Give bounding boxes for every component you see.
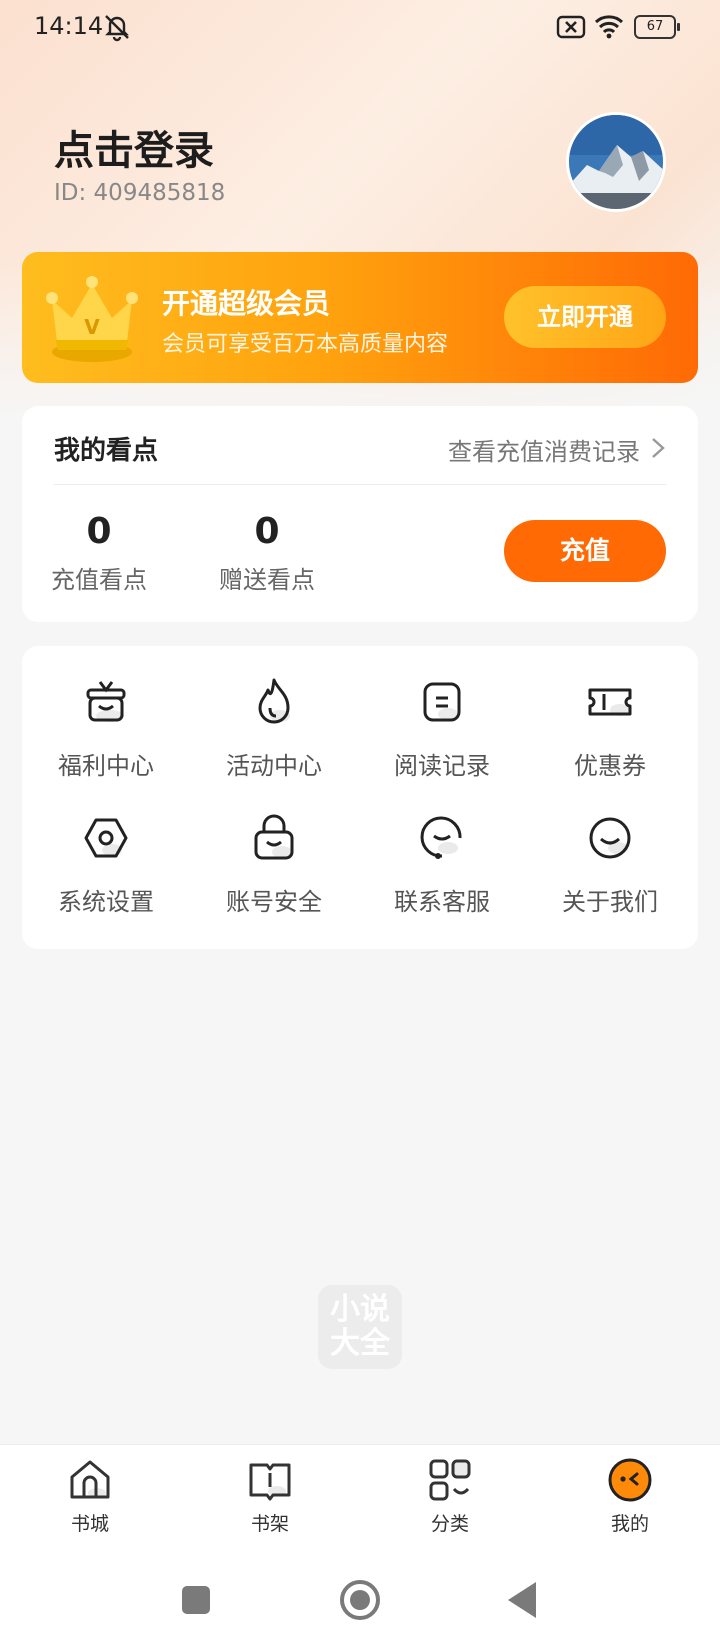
recharge-points-value: 0 (86, 511, 112, 552)
nav-label: 分类 (430, 1513, 469, 1535)
nav-item-category[interactable]: 分类 (390, 1457, 510, 1536)
login-link[interactable]: 点击登录 (54, 118, 214, 176)
flame-icon (258, 678, 290, 724)
menu-item-about-us[interactable]: 关于我们 (526, 812, 694, 932)
menu-label: 联系客服 (394, 888, 490, 916)
recharge-points-stat: 0 充值看点 (44, 512, 154, 595)
nav-label: 我的 (610, 1513, 649, 1535)
bonus-points-label: 赠送看点 (219, 566, 315, 594)
menu-label: 福利中心 (58, 752, 154, 780)
recharge-button[interactable]: 充值 (504, 520, 666, 582)
sim-off-icon (556, 15, 586, 39)
system-navigation-bar (0, 1544, 720, 1650)
menu-item-welfare[interactable]: 福利中心 (22, 676, 190, 796)
ticket-icon (588, 688, 632, 716)
nav-item-mine[interactable]: 我的 (570, 1457, 690, 1536)
status-time: 14:14 (34, 12, 104, 40)
bookshelf-icon (249, 1463, 291, 1501)
menu-item-events[interactable]: 活动中心 (190, 676, 358, 796)
avatar[interactable] (566, 112, 666, 212)
nav-item-bookstore[interactable]: 书城 (30, 1457, 150, 1536)
watermark-line: 小说 (330, 1292, 390, 1327)
back-button[interactable] (508, 1582, 536, 1618)
menu-label: 账号安全 (226, 888, 322, 916)
divider (54, 484, 666, 485)
recharge-history-link[interactable]: 查看充值消费记录 (448, 432, 640, 467)
home-button[interactable] (340, 1580, 380, 1620)
bonus-points-value: 0 (254, 511, 280, 552)
battery-level: 67 (634, 15, 676, 39)
vip-title: 开通超级会员 (162, 287, 331, 320)
menu-label: 优惠券 (574, 752, 646, 780)
points-title: 我的看点 (54, 436, 159, 466)
svg-text:V: V (84, 315, 100, 339)
watermark-line: 大全 (330, 1326, 390, 1361)
bottom-navigation: 书城 书架 分类 我的 (0, 1444, 720, 1544)
bonus-points-stat: 0 赠送看点 (212, 512, 322, 595)
battery-indicator: 67 (634, 15, 680, 39)
menu-item-customer-service[interactable]: 联系客服 (358, 812, 526, 932)
vip-activate-button[interactable]: 立即开通 (504, 286, 666, 348)
profile-face-icon (608, 1458, 652, 1502)
user-id: ID: 409485818 (54, 180, 226, 206)
nav-item-bookshelf[interactable]: 书架 (210, 1457, 330, 1536)
vip-subtitle: 会员可享受百万本高质量内容 (162, 332, 449, 357)
menu-label: 阅读记录 (394, 752, 490, 780)
lock-icon (254, 814, 294, 860)
menu-grid: 福利中心 活动中心 阅读记录 优惠券 系统设置 账号安全 联系客服 关于我们 (22, 646, 698, 949)
wifi-icon (594, 15, 624, 39)
nav-label: 书城 (70, 1513, 109, 1535)
menu-label: 关于我们 (562, 888, 658, 916)
recharge-points-label: 充值看点 (51, 566, 147, 594)
status-bar: 14:14 67 (0, 0, 720, 56)
menu-item-reading-history[interactable]: 阅读记录 (358, 676, 526, 796)
menu-label: 活动中心 (226, 752, 322, 780)
home-icon (70, 1460, 110, 1499)
vip-banner[interactable]: V 开通超级会员 会员可享受百万本高质量内容 立即开通 (22, 252, 698, 383)
crown-icon: V (46, 276, 138, 362)
menu-item-coupons[interactable]: 优惠券 (526, 676, 694, 796)
gift-box-icon (86, 681, 126, 722)
mute-bell-icon (105, 15, 129, 42)
menu-item-settings[interactable]: 系统设置 (22, 812, 190, 932)
document-icon (423, 682, 461, 722)
smile-icon (589, 817, 631, 859)
points-card: 我的看点 查看充值消费记录 0 充值看点 0 赠送看点 充值 (22, 406, 698, 622)
menu-item-account-security[interactable]: 账号安全 (190, 812, 358, 932)
headset-icon (420, 816, 462, 859)
app-logo-watermark: 小说 大全 (318, 1285, 402, 1369)
settings-icon (84, 818, 128, 858)
menu-label: 系统设置 (58, 888, 154, 916)
recent-apps-button[interactable] (182, 1586, 210, 1614)
category-icon (429, 1459, 471, 1501)
chevron-right-icon[interactable] (650, 436, 666, 460)
nav-label: 书架 (250, 1513, 289, 1535)
